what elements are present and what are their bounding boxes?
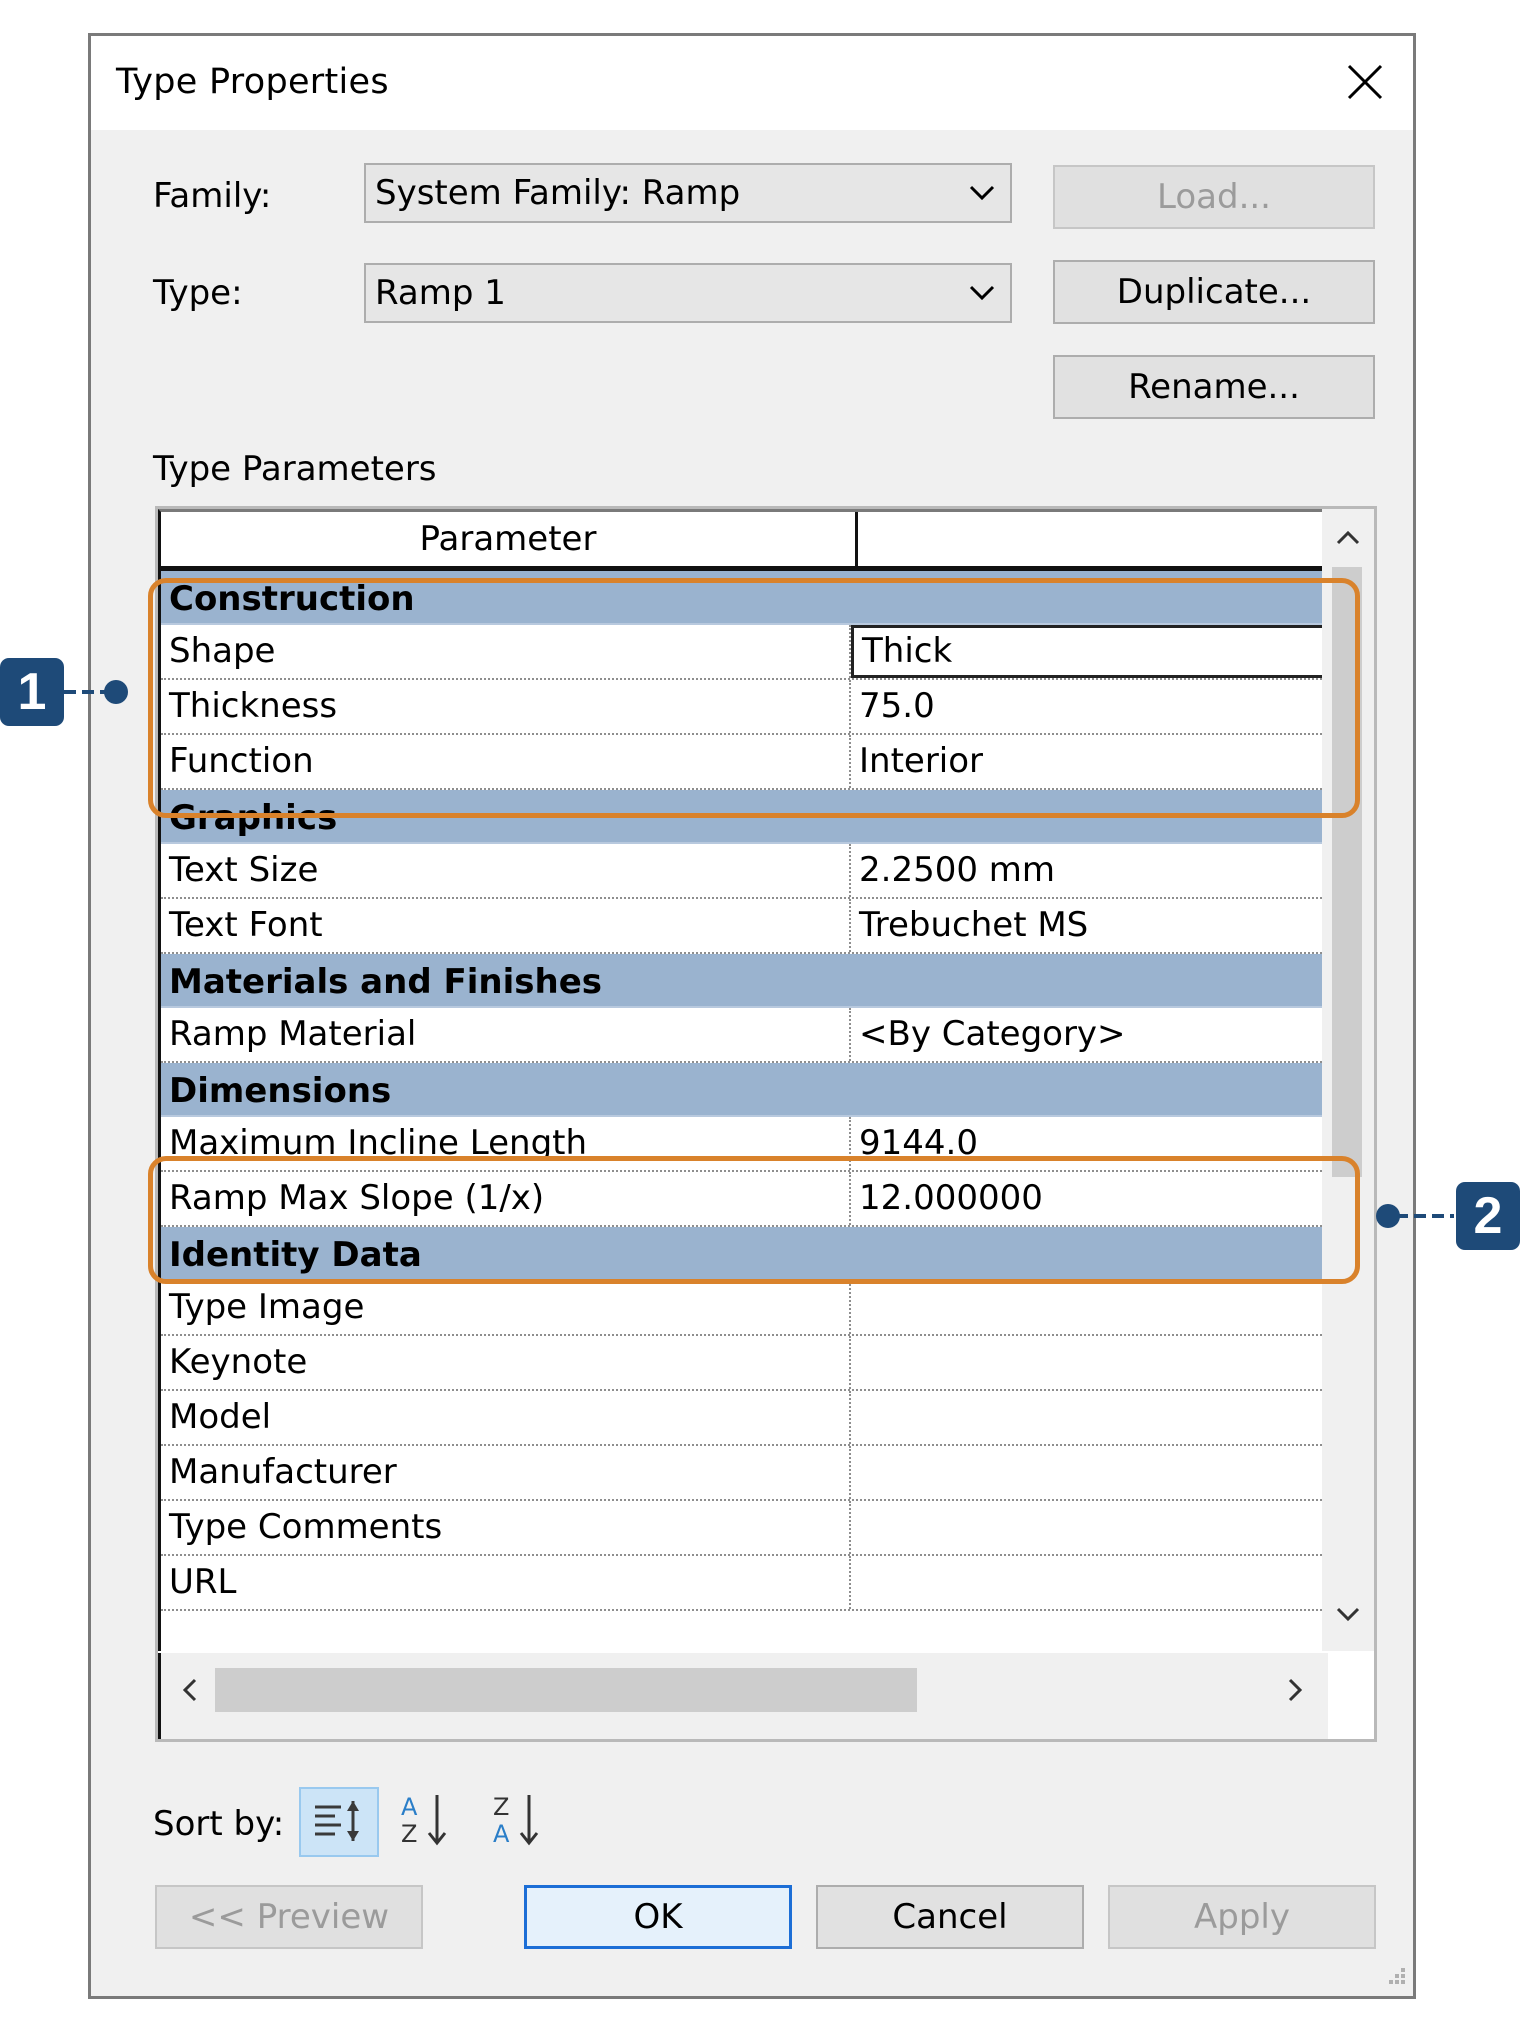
- close-icon: [1347, 64, 1383, 100]
- group-header[interactable]: Materials and Finishes: [161, 954, 1322, 1008]
- parameter-row[interactable]: Text Size 2.2500 mm: [161, 844, 1322, 899]
- parameter-value[interactable]: [851, 1336, 1322, 1389]
- parameter-row[interactable]: Shape Thick: [161, 625, 1322, 680]
- parameter-row[interactable]: Model: [161, 1391, 1322, 1446]
- cancel-button[interactable]: Cancel: [816, 1885, 1084, 1949]
- type-parameters-heading: Type Parameters: [153, 449, 437, 489]
- sort-by-label: Sort by:: [153, 1804, 285, 1844]
- parameter-name: Thickness: [161, 680, 851, 733]
- parameter-row[interactable]: Type Image: [161, 1281, 1322, 1336]
- parameter-value[interactable]: Thick: [851, 625, 1322, 678]
- apply-button[interactable]: Apply: [1108, 1885, 1376, 1949]
- parameter-name: Model: [161, 1391, 851, 1444]
- scroll-up-icon[interactable]: [1331, 521, 1365, 555]
- parameter-row[interactable]: URL: [161, 1556, 1322, 1611]
- parameter-value[interactable]: 12.000000: [851, 1172, 1322, 1225]
- parameter-value[interactable]: Interior: [851, 735, 1322, 788]
- family-select[interactable]: System Family: Ramp: [364, 163, 1012, 223]
- duplicate-button[interactable]: Duplicate...: [1053, 260, 1375, 324]
- parameter-value[interactable]: [851, 1446, 1322, 1499]
- parameter-value[interactable]: 75.0: [851, 680, 1322, 733]
- parameter-name: Ramp Material: [161, 1008, 851, 1061]
- type-select[interactable]: Ramp 1: [364, 263, 1012, 323]
- parameter-name: Shape: [161, 625, 851, 678]
- callout-badge-2: 2: [1456, 1182, 1520, 1250]
- parameter-row[interactable]: Ramp Max Slope (1/x) 12.000000: [161, 1172, 1322, 1227]
- parameter-name: Text Font: [161, 899, 851, 952]
- grid-header: Parameter: [158, 509, 1322, 571]
- scroll-left-icon[interactable]: [173, 1673, 207, 1707]
- group-header[interactable]: Graphics: [161, 790, 1322, 844]
- preview-button[interactable]: << Preview: [155, 1885, 423, 1949]
- parameter-name: Maximum Incline Length: [161, 1117, 851, 1170]
- horizontal-scroll-thumb[interactable]: [215, 1668, 917, 1712]
- parameter-name: Type Image: [161, 1281, 851, 1334]
- svg-text:Z: Z: [401, 1820, 417, 1848]
- sort-ascending-button[interactable]: A Z: [391, 1787, 471, 1857]
- sort-grouped-button[interactable]: [299, 1787, 379, 1857]
- parameter-value[interactable]: 2.2500 mm: [851, 844, 1322, 897]
- parameter-row[interactable]: Thickness 75.0: [161, 680, 1322, 735]
- callout-leader-1: [64, 680, 128, 704]
- column-header-value[interactable]: [861, 512, 1322, 566]
- sort-grouped-icon: [315, 1801, 359, 1841]
- family-select-value: System Family: Ramp: [375, 173, 741, 213]
- group-header[interactable]: Dimensions: [161, 1063, 1322, 1117]
- callout-badge-1: 1: [0, 658, 64, 726]
- parameter-value[interactable]: [851, 1281, 1322, 1334]
- svg-text:A: A: [401, 1793, 418, 1821]
- svg-text:Z: Z: [493, 1793, 509, 1821]
- parameter-name: Ramp Max Slope (1/x): [161, 1172, 851, 1225]
- chevron-down-icon: [969, 185, 995, 201]
- grid-body: Construction Shape Thick Thickness 75.0 Funct…: [158, 571, 1322, 1651]
- parameter-row[interactable]: Ramp Material <By Category>: [161, 1008, 1322, 1063]
- chevron-down-icon: [969, 285, 995, 301]
- parameter-value[interactable]: Trebuchet MS: [851, 899, 1322, 952]
- parameter-row[interactable]: Text Font Trebuchet MS: [161, 899, 1322, 954]
- resize-grip-icon[interactable]: [1381, 1964, 1407, 1990]
- type-properties-dialog: Type Properties Family: System Family: R…: [88, 33, 1416, 1999]
- parameter-name: Keynote: [161, 1336, 851, 1389]
- type-label: Type:: [153, 273, 243, 313]
- scroll-right-icon[interactable]: [1278, 1673, 1312, 1707]
- parameter-value[interactable]: [851, 1556, 1322, 1609]
- rename-button[interactable]: Rename...: [1053, 355, 1375, 419]
- parameter-name: Function: [161, 735, 851, 788]
- parameter-name: URL: [161, 1556, 851, 1609]
- vertical-scroll-thumb[interactable]: [1332, 567, 1362, 1177]
- parameter-name: Text Size: [161, 844, 851, 897]
- family-label: Family:: [153, 176, 272, 216]
- sort-ascending-icon: A Z: [401, 1793, 447, 1848]
- type-select-value: Ramp 1: [375, 273, 506, 313]
- parameter-row[interactable]: Function Interior: [161, 735, 1322, 790]
- parameter-name: Manufacturer: [161, 1446, 851, 1499]
- parameter-row[interactable]: Manufacturer: [161, 1446, 1322, 1501]
- parameter-value[interactable]: 9144.0: [851, 1117, 1322, 1170]
- dialog-title: Type Properties: [116, 62, 389, 102]
- ok-button[interactable]: OK: [524, 1885, 792, 1949]
- group-header[interactable]: Identity Data: [161, 1227, 1322, 1281]
- scroll-down-icon[interactable]: [1331, 1597, 1365, 1631]
- parameter-value[interactable]: [851, 1391, 1322, 1444]
- load-button[interactable]: Load...: [1053, 165, 1375, 229]
- column-header-parameter[interactable]: Parameter: [161, 512, 858, 566]
- title-bar: Type Properties: [91, 36, 1413, 130]
- group-header[interactable]: Construction: [161, 571, 1322, 625]
- sort-descending-icon: Z A: [493, 1793, 539, 1848]
- parameter-row[interactable]: Type Comments: [161, 1501, 1322, 1556]
- horizontal-scrollbar[interactable]: [158, 1653, 1328, 1739]
- close-button[interactable]: [1339, 56, 1391, 108]
- svg-text:A: A: [493, 1820, 510, 1848]
- parameter-name: Type Comments: [161, 1501, 851, 1554]
- parameter-value[interactable]: <By Category>: [851, 1008, 1322, 1061]
- sort-descending-button[interactable]: Z A: [483, 1787, 563, 1857]
- parameter-row[interactable]: Maximum Incline Length 9144.0: [161, 1117, 1322, 1172]
- parameter-row[interactable]: Keynote: [161, 1336, 1322, 1391]
- parameter-value[interactable]: [851, 1501, 1322, 1554]
- callout-leader-2: [1376, 1204, 1454, 1228]
- parameters-grid: Parameter Construction Shape Thick Thicknes…: [155, 506, 1377, 1742]
- vertical-scrollbar[interactable]: [1322, 509, 1374, 1651]
